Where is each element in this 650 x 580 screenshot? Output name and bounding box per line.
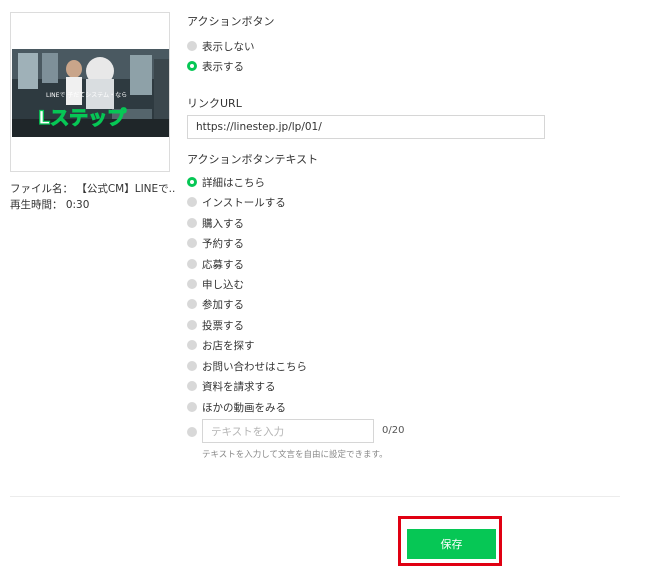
radio-reserve[interactable]: 予約する bbox=[187, 236, 244, 250]
link-url-value: https://linestep.jp/lp/01/ bbox=[196, 121, 322, 133]
radio-contact[interactable]: お問い合わせはこちら bbox=[187, 359, 307, 373]
radio-hide-action-button[interactable]: 表示しない bbox=[187, 39, 255, 53]
save-button[interactable]: 保存 bbox=[407, 529, 496, 559]
duration-label: 再生時間： bbox=[10, 199, 63, 211]
footer-divider bbox=[10, 496, 620, 497]
video-thumbnail[interactable]: Lステップ LINEで 子だてシステム・なら bbox=[12, 49, 169, 137]
radio-icon bbox=[187, 238, 197, 248]
file-name-line: ファイル名： 【公式CM】LINEで... bbox=[10, 181, 175, 196]
radio-other-videos[interactable]: ほかの動画をみる bbox=[187, 400, 286, 414]
radio-label: 購入する bbox=[202, 217, 244, 230]
radio-show-action-button[interactable]: 表示する bbox=[187, 59, 244, 73]
duration-value: 0:30 bbox=[65, 199, 90, 211]
radio-install[interactable]: インストールする bbox=[187, 195, 286, 209]
video-thumbnail-frame: Lステップ LINEで 子だてシステム・なら bbox=[10, 12, 170, 172]
action-button-text-label: アクションボタンテキスト bbox=[187, 153, 319, 166]
custom-text-help: テキストを入力して文言を自由に設定できます。 bbox=[202, 450, 388, 460]
radio-label: 応募する bbox=[202, 258, 244, 271]
radio-icon bbox=[187, 320, 197, 330]
radio-selected-icon bbox=[187, 61, 197, 71]
radio-label: 申し込む bbox=[202, 278, 244, 291]
radio-label: 表示しない bbox=[202, 40, 255, 53]
file-name-label: ファイル名： bbox=[10, 183, 73, 195]
radio-label: 表示する bbox=[202, 60, 244, 73]
radio-label: お店を探す bbox=[202, 339, 255, 352]
radio-label: 資料を請求する bbox=[202, 380, 276, 393]
file-name-value: 【公式CM】LINEで... bbox=[76, 183, 175, 195]
radio-custom-text[interactable] bbox=[187, 425, 202, 439]
radio-icon bbox=[187, 218, 197, 228]
radio-label: 投票する bbox=[202, 319, 244, 332]
radio-label: お問い合わせはこちら bbox=[202, 360, 307, 373]
radio-icon bbox=[187, 402, 197, 412]
radio-label: インストールする bbox=[202, 196, 286, 209]
custom-text-input[interactable]: テキストを入力 bbox=[202, 419, 374, 443]
radio-icon bbox=[187, 381, 197, 391]
radio-vote[interactable]: 投票する bbox=[187, 318, 244, 332]
thumbnail-caption-text: LINEで 子だてシステム・なら bbox=[46, 92, 127, 99]
radio-purchase[interactable]: 購入する bbox=[187, 216, 244, 230]
thumbnail-logo-text: Lステップ bbox=[38, 106, 127, 129]
radio-icon bbox=[187, 427, 197, 437]
radio-label: ほかの動画をみる bbox=[202, 401, 286, 414]
radio-label: 詳細はこちら bbox=[202, 176, 265, 189]
duration-line: 再生時間： 0:30 bbox=[10, 197, 89, 212]
radio-join[interactable]: 参加する bbox=[187, 297, 244, 311]
radio-label: 予約する bbox=[202, 237, 244, 250]
radio-icon bbox=[187, 340, 197, 350]
radio-details[interactable]: 詳細はこちら bbox=[187, 175, 265, 189]
radio-icon bbox=[187, 299, 197, 309]
radio-selected-icon bbox=[187, 177, 197, 187]
character-counter: 0/20 bbox=[382, 425, 405, 436]
custom-text-placeholder: テキストを入力 bbox=[211, 425, 285, 438]
link-url-label: リンクURL bbox=[187, 97, 242, 110]
radio-icon bbox=[187, 197, 197, 207]
link-url-input[interactable]: https://linestep.jp/lp/01/ bbox=[187, 115, 545, 139]
radio-apply[interactable]: 応募する bbox=[187, 257, 244, 271]
radio-sign-up[interactable]: 申し込む bbox=[187, 277, 244, 291]
radio-icon bbox=[187, 259, 197, 269]
radio-find-store[interactable]: お店を探す bbox=[187, 338, 255, 352]
radio-label: 参加する bbox=[202, 298, 244, 311]
radio-request-docs[interactable]: 資料を請求する bbox=[187, 379, 276, 393]
radio-icon bbox=[187, 279, 197, 289]
action-button-label: アクションボタン bbox=[187, 15, 275, 28]
radio-icon bbox=[187, 41, 197, 51]
radio-icon bbox=[187, 361, 197, 371]
